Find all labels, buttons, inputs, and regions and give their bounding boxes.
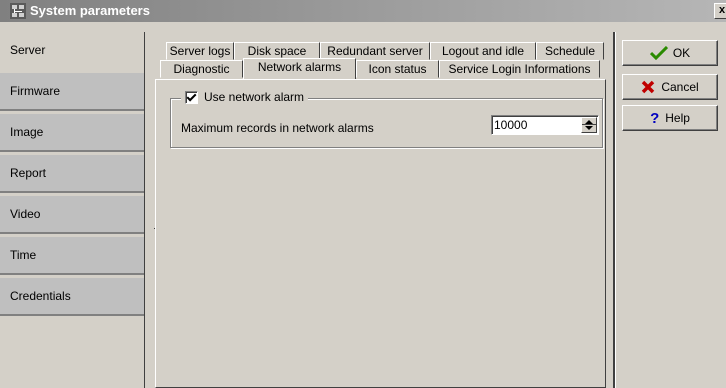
spin-separator xyxy=(582,124,596,125)
app-network-icon xyxy=(10,3,26,19)
sidebar-item-label: Report xyxy=(10,166,47,180)
sidebar-item-credentials[interactable]: Credentials xyxy=(0,278,145,316)
max-records-spinbox[interactable] xyxy=(491,115,599,135)
tab-icon-status[interactable]: Icon status xyxy=(356,60,439,78)
network-alarms-panel: Use network alarm Maximum records in net… xyxy=(155,79,606,388)
check-icon xyxy=(649,46,668,60)
sidebar-item-server[interactable]: Server xyxy=(0,32,145,70)
spin-down-arrow-icon[interactable] xyxy=(585,126,593,130)
tab-diagnostic[interactable]: Diagnostic xyxy=(160,60,243,78)
cancel-label: Cancel xyxy=(661,80,699,94)
tab-server-logs[interactable]: Server logs xyxy=(166,42,234,60)
x-icon xyxy=(642,80,655,94)
spin-buttons[interactable] xyxy=(581,117,597,133)
tab-schedule[interactable]: Schedule xyxy=(536,42,604,60)
help-label: Help xyxy=(665,111,690,125)
sidebar-item-label: Firmware xyxy=(10,84,60,98)
max-records-input[interactable] xyxy=(494,117,574,133)
button-column-divider xyxy=(613,32,616,388)
title-bar[interactable]: System parameters x xyxy=(0,0,726,22)
cancel-button[interactable]: Cancel xyxy=(622,74,718,100)
sidebar-item-video[interactable]: Video xyxy=(0,196,145,234)
sidebar-item-image[interactable]: Image xyxy=(0,114,145,152)
sidebar-item-time[interactable]: Time xyxy=(0,237,145,275)
max-records-label: Maximum records in network alarms xyxy=(181,121,374,135)
sidebar-item-firmware[interactable]: Firmware xyxy=(0,73,145,111)
ok-label: OK xyxy=(672,46,691,60)
tab-logout-and-idle[interactable]: Logout and idle xyxy=(430,42,536,60)
tab-network-alarms[interactable]: Network alarms xyxy=(243,58,356,79)
sidebar-item-label: Credentials xyxy=(10,289,71,303)
group-header: Use network alarm xyxy=(181,90,309,104)
sidebar-item-label: Time xyxy=(10,248,37,262)
sidebar-item-label: Server xyxy=(10,43,46,57)
use-network-alarm-label[interactable]: Use network alarm xyxy=(204,90,304,104)
window-title: System parameters xyxy=(30,3,150,18)
close-button[interactable]: x xyxy=(714,3,726,19)
sidebar-item-label: Video xyxy=(10,207,41,221)
network-alarm-group: Use network alarm Maximum records in net… xyxy=(170,90,603,148)
sidebar-item-label: Image xyxy=(10,125,44,139)
ok-button[interactable]: OK xyxy=(622,40,718,66)
tab-service-login-informations[interactable]: Service Login Informations xyxy=(439,60,600,78)
help-button[interactable]: ? Help xyxy=(622,105,718,131)
use-network-alarm-checkbox[interactable] xyxy=(185,90,198,104)
category-sidebar: Server Firmware Image Report Video Time … xyxy=(0,32,145,388)
tab-control: Server logs Disk space Redundant server … xyxy=(145,32,610,388)
system-parameters-window: System parameters x Server Firmware Imag… xyxy=(0,0,726,388)
sidebar-item-report[interactable]: Report xyxy=(0,155,145,193)
question-icon: ? xyxy=(650,109,660,127)
